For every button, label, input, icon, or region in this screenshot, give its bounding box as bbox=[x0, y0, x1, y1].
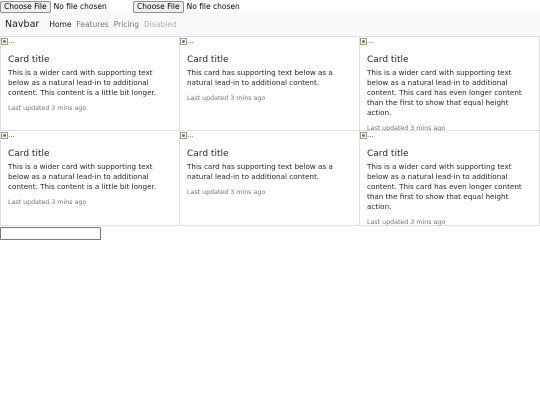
card-text: This is a wider card with supporting tex… bbox=[8, 68, 157, 97]
card-body: Card title This is a wider card with sup… bbox=[367, 149, 533, 226]
card-image-alt: ... bbox=[8, 131, 15, 139]
card-updated: Last updated 3 mins ago bbox=[8, 199, 87, 206]
card: ... Card title This card has supporting … bbox=[180, 131, 360, 226]
card-image-alt: ... bbox=[367, 37, 374, 45]
card-group-1: ... Card title This is a wider card with… bbox=[0, 36, 540, 132]
card-updated: Last updated 3 mins ago bbox=[367, 219, 446, 226]
card-body: Card title This is a wider card with sup… bbox=[367, 55, 533, 132]
navbar: Navbar Home Features Pricing Disabled bbox=[0, 13, 540, 36]
card-updated: Last updated 3 mins ago bbox=[187, 189, 266, 196]
card-body: Card title This card has supporting text… bbox=[187, 55, 353, 102]
nav-link-pricing[interactable]: Pricing bbox=[114, 20, 139, 29]
card-image: ... bbox=[1, 37, 15, 45]
card-text: This is a wider card with supporting tex… bbox=[8, 162, 157, 191]
nav-link-home[interactable]: Home bbox=[49, 20, 71, 29]
file-input-1[interactable]: Choose File No file chosen bbox=[0, 0, 133, 13]
text-input[interactable] bbox=[0, 227, 101, 240]
card: ... Card title This is a wider card with… bbox=[360, 131, 540, 226]
broken-image-icon bbox=[180, 131, 187, 139]
card-body: Card title This is a wider card with sup… bbox=[8, 149, 173, 206]
broken-image-icon bbox=[360, 37, 367, 45]
card: ... Card title This is a wider card with… bbox=[0, 131, 180, 226]
card: ... Card title This is a wider card with… bbox=[360, 36, 540, 132]
card-text: This is a wider card with supporting tex… bbox=[367, 68, 522, 117]
card-image: ... bbox=[180, 37, 194, 45]
card-text: This card has supporting text below as a… bbox=[187, 68, 333, 87]
file-status-label: No file chosen bbox=[186, 2, 240, 11]
card: ... Card title This card has supporting … bbox=[180, 36, 360, 131]
choose-file-button[interactable]: Choose File bbox=[133, 0, 184, 13]
card-title: Card title bbox=[187, 149, 229, 159]
broken-image-icon bbox=[1, 131, 8, 139]
card-image-alt: ... bbox=[8, 37, 15, 45]
card-body: Card title This is a wider card with sup… bbox=[8, 55, 173, 112]
card-image-alt: ... bbox=[187, 37, 194, 45]
nav-link-features[interactable]: Features bbox=[76, 20, 108, 29]
card-image: ... bbox=[360, 131, 374, 139]
navbar-brand[interactable]: Navbar bbox=[5, 19, 39, 30]
card: ... Card title This is a wider card with… bbox=[0, 36, 180, 131]
card-title: Card title bbox=[367, 149, 409, 159]
card-image: ... bbox=[180, 131, 194, 139]
card-group-2: ... Card title This is a wider card with… bbox=[0, 131, 540, 226]
file-input-2[interactable]: Choose File No file chosen bbox=[133, 0, 266, 13]
choose-file-button[interactable]: Choose File bbox=[0, 0, 51, 13]
card-text: This is a wider card with supporting tex… bbox=[367, 162, 522, 211]
card-image-alt: ... bbox=[367, 131, 374, 139]
card-text: This card has supporting text below as a… bbox=[187, 162, 333, 181]
broken-image-icon bbox=[180, 37, 187, 45]
card-updated: Last updated 3 mins ago bbox=[8, 105, 87, 112]
card-image: ... bbox=[1, 131, 15, 139]
card-title: Card title bbox=[367, 55, 409, 65]
card-updated: Last updated 3 mins ago bbox=[187, 95, 266, 102]
card-title: Card title bbox=[8, 55, 50, 65]
card-image-alt: ... bbox=[187, 131, 194, 139]
broken-image-icon bbox=[1, 37, 8, 45]
nav-link-disabled: Disabled bbox=[144, 20, 177, 29]
file-inputs-row: Choose File No file chosen Choose File N… bbox=[0, 0, 540, 13]
card-title: Card title bbox=[8, 149, 50, 159]
card-image: ... bbox=[360, 37, 374, 45]
broken-image-icon bbox=[360, 131, 367, 139]
card-body: Card title This card has supporting text… bbox=[187, 149, 353, 196]
card-title: Card title bbox=[187, 55, 229, 65]
file-status-label: No file chosen bbox=[53, 2, 107, 11]
